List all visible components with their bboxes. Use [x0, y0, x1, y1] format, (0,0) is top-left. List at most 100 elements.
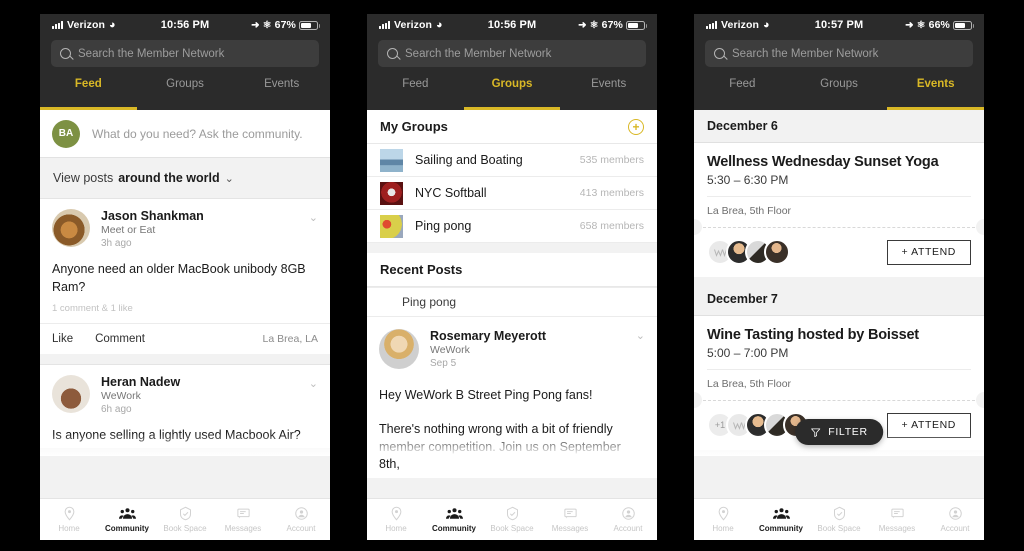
tabbar-item-messages[interactable]: Messages	[868, 506, 926, 533]
tabbar-item-home[interactable]: Home	[367, 506, 425, 533]
post-author-name: Rosemary Meyerott	[430, 329, 547, 343]
event-card[interactable]: Wellness Wednesday Sunset Yoga 5:30 – 6:…	[694, 143, 984, 277]
clock-label: 10:57 PM	[814, 19, 864, 31]
tabbar-item-community[interactable]: Community	[425, 506, 483, 533]
shield-check-icon	[179, 506, 191, 521]
search-bar[interactable]: Search the Member Network	[367, 36, 657, 77]
search-input[interactable]: Search the Member Network	[378, 40, 646, 67]
group-name: Sailing and Boating	[415, 153, 523, 167]
ticket-notch-left-icon	[694, 392, 702, 408]
tabbar-item-home[interactable]: Home	[40, 506, 98, 533]
signal-bars-icon	[706, 21, 717, 29]
post-card: Heran Nadew WeWork 6h ago ⌄ Is anyone se…	[40, 363, 330, 449]
composer-row[interactable]: BA What do you need? Ask the community.	[40, 110, 330, 158]
chevron-down-icon[interactable]: ⌄	[309, 377, 318, 390]
tabbar-label: Community	[105, 524, 149, 533]
ticket-notch-right-icon	[976, 392, 984, 408]
carrier-label: Verizon	[394, 19, 433, 31]
tabbar-item-account[interactable]: Account	[272, 506, 330, 533]
attend-button[interactable]: + ATTEND	[886, 412, 971, 438]
attendee-avatar-stack[interactable]: +1	[707, 412, 809, 438]
group-member-count: 535 members	[579, 154, 644, 166]
tabbar-label: Community	[759, 524, 803, 533]
tabbar-item-community[interactable]: Community	[752, 506, 810, 533]
bottom-tab-bar: Home Community Book Space Messages Accou…	[367, 498, 657, 540]
tabbar-item-home[interactable]: Home	[694, 506, 752, 533]
my-groups-title: My Groups	[380, 119, 448, 134]
tabbar-item-community[interactable]: Community	[98, 506, 156, 533]
view-posts-prefix: View posts	[53, 171, 114, 185]
post-timestamp: 3h ago	[101, 238, 132, 249]
bluetooth-icon: ⚛	[262, 19, 272, 31]
like-button[interactable]: Like	[52, 333, 73, 345]
tabbar-item-book-space[interactable]: Book Space	[156, 506, 214, 533]
composer-placeholder: What do you need? Ask the community.	[92, 126, 303, 141]
tab-events[interactable]: Events	[887, 77, 984, 107]
tabbar-item-account[interactable]: Account	[599, 506, 657, 533]
chevron-down-icon[interactable]: ⌄	[636, 329, 645, 342]
day-header: December 7	[694, 283, 984, 316]
wework-logo-icon	[713, 248, 727, 257]
message-icon	[236, 508, 250, 519]
tab-groups[interactable]: Groups	[137, 77, 234, 107]
search-bar[interactable]: Search the Member Network	[40, 36, 330, 77]
dark-header-feed: Verizon ◕ 10:56 PM ➜ ⚛ 67% Search the Me…	[40, 14, 330, 110]
group-name: Ping pong	[415, 219, 472, 233]
tabbar-item-account[interactable]: Account	[926, 506, 984, 533]
group-member-count: 658 members	[579, 220, 644, 232]
tab-groups[interactable]: Groups	[791, 77, 888, 107]
search-input[interactable]: Search the Member Network	[51, 40, 319, 67]
tabbar-item-messages[interactable]: Messages	[214, 506, 272, 533]
search-bar[interactable]: Search the Member Network	[694, 36, 984, 77]
tabbar-item-book-space[interactable]: Book Space	[810, 506, 868, 533]
tabbar-item-messages[interactable]: Messages	[541, 506, 599, 533]
tabbar-label: Book Space	[490, 524, 534, 533]
list-item[interactable]: Ping pong 658 members	[367, 210, 657, 243]
tabbar-label: Home	[58, 524, 80, 533]
tabbar-label: Community	[432, 524, 476, 533]
clock-label: 10:56 PM	[160, 19, 210, 31]
list-item[interactable]: NYC Softball 413 members	[367, 177, 657, 210]
search-placeholder: Search the Member Network	[732, 47, 879, 60]
wifi-icon: ◕	[763, 18, 770, 31]
tabbar-item-book-space[interactable]: Book Space	[483, 506, 541, 533]
pin-icon	[391, 506, 401, 521]
day-header: December 6	[694, 110, 984, 143]
tab-feed[interactable]: Feed	[367, 77, 464, 107]
section-spacer	[40, 353, 330, 364]
bluetooth-icon: ⚛	[916, 19, 926, 31]
signal-bars-icon	[52, 21, 63, 29]
people-icon	[445, 508, 463, 519]
filter-button[interactable]: FILTER	[795, 419, 883, 445]
add-group-button[interactable]: +	[628, 118, 644, 135]
attendee-avatar-stack[interactable]	[707, 239, 790, 265]
tab-groups[interactable]: Groups	[464, 77, 561, 107]
tabbar-label: Book Space	[163, 524, 207, 533]
post-header: Heran Nadew WeWork 6h ago ⌄	[40, 365, 330, 421]
tabbar-label: Home	[385, 524, 407, 533]
attend-button[interactable]: + ATTEND	[886, 239, 971, 265]
comment-button[interactable]: Comment	[95, 333, 145, 345]
event-time: 5:00 – 7:00 PM	[707, 346, 789, 360]
avatar	[379, 329, 419, 369]
tab-events[interactable]: Events	[233, 77, 330, 107]
status-bar: Verizon ◕ 10:56 PM ➜ ⚛ 67%	[367, 14, 657, 36]
tab-feed[interactable]: Feed	[40, 77, 137, 107]
post-author-org: WeWork	[430, 344, 470, 356]
chevron-down-icon[interactable]: ⌄	[309, 211, 318, 224]
wework-logo-icon	[732, 421, 746, 430]
tab-feed[interactable]: Feed	[694, 77, 791, 107]
tabbar-label: Account	[940, 524, 970, 533]
list-item[interactable]: Sailing and Boating 535 members	[367, 144, 657, 177]
tab-events[interactable]: Events	[560, 77, 657, 107]
dark-header-events: Verizon ◕ 10:57 PM ➜ ⚛ 66% Search the Me…	[694, 14, 984, 110]
post-author-name: Jason Shankman	[101, 209, 204, 223]
event-footer: + ATTEND	[707, 228, 971, 277]
view-posts-filter[interactable]: View posts around the world ⌄	[40, 158, 330, 198]
recent-posts-title: Recent Posts	[380, 262, 463, 277]
location-arrow-icon: ➜	[905, 19, 914, 31]
search-input[interactable]: Search the Member Network	[705, 40, 973, 67]
tabbar-label: Messages	[224, 524, 262, 533]
phone-screen-feed: Verizon ◕ 10:56 PM ➜ ⚛ 67% Search the Me…	[40, 14, 330, 540]
post-group-tag[interactable]: Ping pong	[367, 287, 657, 317]
